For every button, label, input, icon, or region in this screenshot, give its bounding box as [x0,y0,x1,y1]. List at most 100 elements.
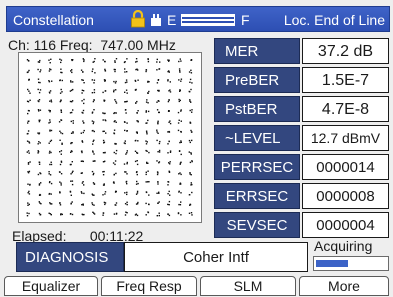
meas-value: 4.7E-8 [302,96,389,122]
symbol-point [180,109,182,111]
symbol-point [135,193,138,195]
symbol-point [48,70,51,72]
symbol-point [114,82,117,84]
battery-gauge [181,14,235,26]
symbol-point [59,151,61,153]
symbol-point [71,59,73,62]
symbol-point [137,120,139,122]
symbol-point [180,161,182,163]
symbol-point [37,88,39,91]
symbol-point [135,131,138,133]
meas-label: SEVSEC [214,212,300,238]
symbol-point [60,61,62,64]
symbol-point [60,111,63,113]
symbol-point [168,204,170,206]
symbol-point [27,120,29,122]
symbol-point [27,150,30,152]
symbol-point [82,71,84,73]
symbol-point [39,89,42,91]
symbol-point [167,80,169,82]
symbol-point [115,152,117,155]
meas-row-perrsec: PERRSEC 0000014 [214,154,389,180]
symbol-point [169,122,172,125]
symbol-point [27,183,29,185]
symbol-point [114,61,116,63]
symbol-point [37,100,39,102]
symbol-point [82,112,84,114]
channel-frequency: Ch: 116 Freq: 747.00 MHz [8,37,176,53]
symbol-point [178,173,180,175]
symbol-point [124,192,126,194]
symbol-point [159,140,161,143]
symbol-point [27,163,30,165]
symbol-point [29,99,31,101]
symbol-point [59,163,62,166]
symbol-point [49,213,52,215]
symbol-point [94,72,96,74]
symbol-point [104,160,106,162]
symbol-point [38,163,41,165]
symbol-point [102,130,104,133]
symbol-point [113,80,115,83]
symbol-point [59,191,61,194]
symbol-point [49,68,51,70]
symbol-point [103,201,106,204]
symbol-point [167,203,169,206]
symbol-point [60,150,63,152]
freq-resp-softkey[interactable]: Freq Resp [101,276,197,296]
symbol-point [48,142,50,144]
acquiring-status: Acquiring [314,238,373,254]
symbol-point [28,190,30,193]
symbol-point [188,194,191,196]
symbol-point [39,71,41,73]
symbol-point [114,160,117,162]
symbol-point [136,60,138,63]
symbol-point [27,162,30,164]
symbol-point [157,89,159,92]
symbol-point [39,142,41,144]
symbol-point [135,61,137,63]
symbol-point [82,120,84,122]
symbol-point [114,99,116,101]
symbol-point [137,79,139,81]
symbol-point [125,153,127,155]
symbol-point [38,141,40,143]
symbol-point [145,191,148,194]
symbol-point [124,91,126,93]
symbol-point [180,130,182,133]
more-softkey[interactable]: More [299,276,389,296]
meas-value: 0000008 [302,183,389,209]
symbol-point [191,131,193,133]
symbol-point [157,132,159,134]
symbol-point [191,82,193,84]
symbol-point [180,120,182,122]
symbol-point [147,92,149,94]
symbol-point [147,181,149,183]
symbol-point [71,180,74,182]
symbol-point [38,120,41,123]
symbol-point [102,194,104,196]
equalizer-softkey[interactable]: Equalizer [4,276,98,296]
symbol-point [167,143,169,145]
symbol-point [168,130,170,133]
symbol-point [112,162,115,164]
symbol-point [177,129,180,132]
symbol-point [50,163,53,166]
symbol-point [102,174,105,176]
symbol-point [115,143,117,145]
symbol-point [38,81,40,84]
symbol-point [178,119,180,121]
meas-label: PreBER [214,67,300,93]
slm-softkey[interactable]: SLM [200,276,296,296]
meas-value: 0000004 [302,212,389,238]
symbol-point [70,132,73,134]
symbol-point [60,59,63,61]
symbol-point [137,110,139,112]
symbol-point [135,139,137,142]
symbol-point [81,204,83,206]
symbol-point [61,132,64,135]
symbol-point [48,171,50,173]
symbol-point [83,102,85,105]
symbol-point [145,214,147,216]
symbol-point [40,182,42,184]
